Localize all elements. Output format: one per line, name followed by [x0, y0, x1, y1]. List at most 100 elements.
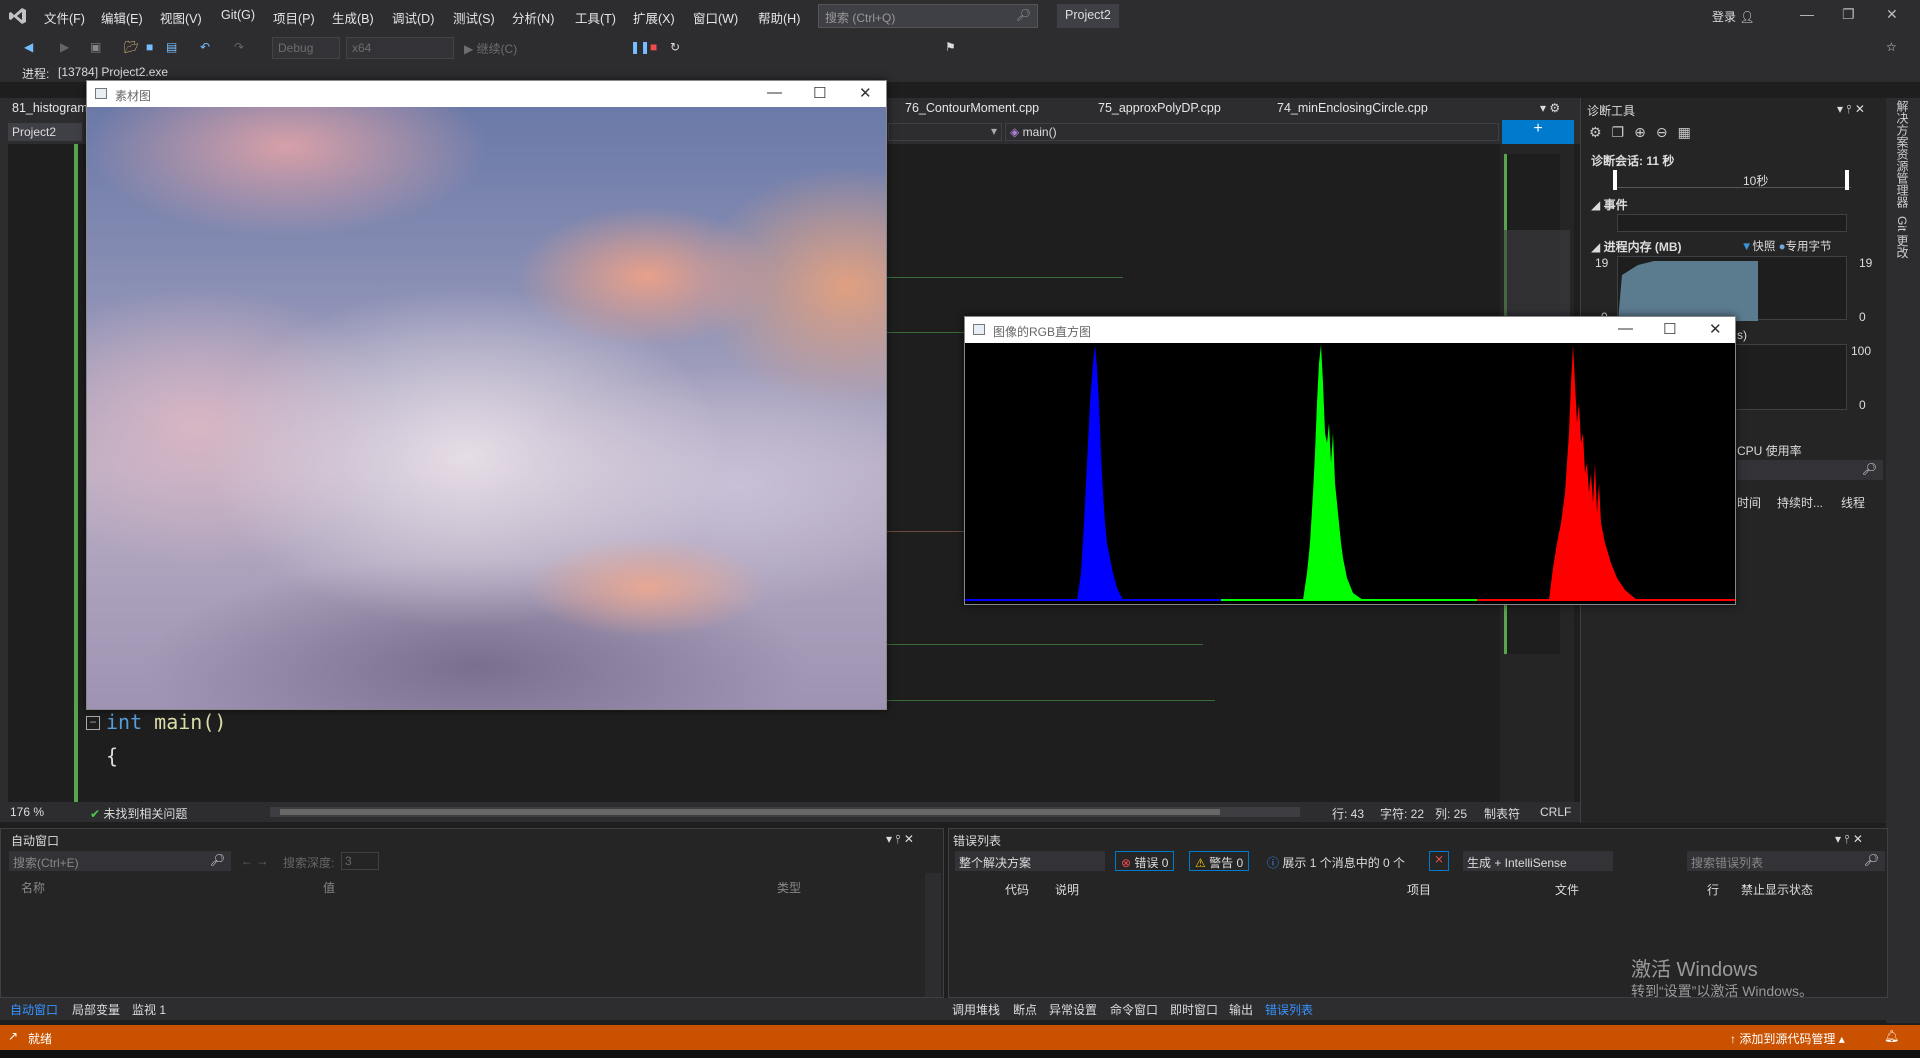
tab-histogram[interactable]: 81_histogram — [12, 101, 88, 115]
tab-approx-poly[interactable]: 75_approxPolyDP.cpp — [1098, 101, 1221, 115]
maximize-icon[interactable]: ☐ — [813, 84, 826, 102]
platform-select[interactable]: x64 — [346, 37, 454, 59]
back-icon[interactable]: ◀ — [24, 40, 40, 56]
scope-select[interactable]: 整个解决方案 — [955, 851, 1105, 871]
error-search[interactable]: 搜索错误列表 🔎︎ — [1687, 851, 1885, 871]
col-suppression[interactable]: 禁止显示状态 — [1741, 881, 1813, 898]
bookmark-icon[interactable]: ⚑ — [945, 40, 961, 56]
cpu-search[interactable]: 🔎︎ — [1737, 460, 1883, 480]
tab-contour-moment[interactable]: 76_ContourMoment.cpp — [905, 101, 1039, 115]
minimize-icon[interactable]: — — [1800, 6, 1814, 22]
feedback-icon[interactable]: ☆ — [1886, 40, 1902, 56]
window-titlebar[interactable]: 素材图 — ☐ ✕ — [87, 81, 886, 107]
config-select[interactable]: Debug — [272, 37, 340, 59]
col-thread[interactable]: 线程 — [1841, 494, 1865, 511]
redo-icon[interactable]: ↷ — [234, 40, 250, 56]
tab-output[interactable]: 输出 — [1229, 1001, 1253, 1018]
errors-filter[interactable]: ⊗ 错误 0 — [1115, 851, 1175, 871]
menu-test[interactable]: 测试(S) — [453, 8, 495, 27]
messages-filter[interactable]: ⓘ 展示 1 个消息中的 0 个 — [1267, 854, 1405, 871]
col-time[interactable]: 时间 — [1737, 494, 1761, 511]
zoom-level[interactable]: 176 % — [10, 805, 44, 819]
col-description[interactable]: 说明 — [1055, 881, 1079, 898]
close-icon[interactable]: ✕ — [1886, 6, 1898, 23]
search-box[interactable]: 搜索 (Ctrl+Q) 🔎︎ — [818, 4, 1038, 28]
add-source-control[interactable]: ↑ 添加到源代码管理 ▴ — [1730, 1030, 1845, 1047]
window-titlebar[interactable]: 图像的RGB直方图 — ☐ ✕ — [965, 317, 1735, 343]
stop-icon[interactable]: ■ — [650, 40, 666, 56]
restart-icon[interactable]: ↻ — [670, 40, 686, 56]
build-source-select[interactable]: 生成 + IntelliSense — [1463, 851, 1613, 871]
new-project-icon[interactable]: ▣ — [90, 40, 106, 56]
save-icon[interactable]: ■ — [146, 40, 162, 56]
notifications-icon[interactable]: 🔔︎ — [1884, 1029, 1899, 1043]
tab-overflow-icon[interactable]: ▾ ⚙ — [1540, 101, 1560, 115]
histogram-window[interactable]: 图像的RGB直方图 — ☐ ✕ — [964, 316, 1736, 605]
indent-mode[interactable]: 制表符 — [1484, 805, 1520, 822]
menu-build[interactable]: 生成(B) — [332, 8, 374, 27]
col-project[interactable]: 项目 — [1407, 881, 1431, 898]
col-line[interactable]: 行 — [1707, 881, 1719, 898]
tab-call-stack[interactable]: 调用堆栈 — [952, 1001, 1000, 1018]
events-section[interactable]: ◢ 事件 — [1591, 196, 1628, 213]
menu-view[interactable]: 视图(V) — [160, 8, 202, 27]
open-folder-icon[interactable]: 📂︎ — [124, 40, 140, 56]
depth-select[interactable]: 3 — [341, 852, 379, 870]
issues-status[interactable]: ✔ 未找到相关问题 — [90, 805, 187, 822]
scroll-thumb[interactable] — [280, 809, 1220, 815]
line-ending[interactable]: CRLF — [1540, 805, 1571, 819]
member-scope-dropdown[interactable]: ◈ main() — [1005, 123, 1499, 141]
pause-icon[interactable]: ❚❚ — [630, 40, 650, 56]
menu-window[interactable]: 窗口(W) — [693, 8, 738, 27]
warnings-filter[interactable]: ⚠ 警告 0 — [1189, 851, 1250, 871]
restore-icon[interactable]: ❐ — [1842, 6, 1855, 23]
close-icon[interactable]: ✕ — [859, 84, 872, 102]
menu-project[interactable]: 项目(P) — [273, 8, 315, 27]
process-select[interactable]: [13784] Project2.exe — [58, 65, 168, 79]
menu-tools[interactable]: 工具(T) — [575, 8, 616, 27]
tab-immediate[interactable]: 即时窗口 — [1170, 1001, 1218, 1018]
tab-autos[interactable]: 自动窗口 — [10, 1001, 58, 1018]
continue-button[interactable]: ▶ 继续(C) — [464, 40, 517, 57]
diag-toolbar[interactable]: ⚙❐⊕⊖▦ — [1589, 124, 1701, 141]
timeline-start-handle[interactable] — [1613, 170, 1617, 190]
col-duration[interactable]: 持续时... — [1777, 494, 1823, 511]
col-file[interactable]: 文件 — [1555, 881, 1579, 898]
tab-error-list[interactable]: 错误列表 — [1265, 1001, 1313, 1018]
close-icon[interactable]: ✕ — [1709, 320, 1722, 338]
menu-help[interactable]: 帮助(H) — [758, 8, 800, 27]
login-button[interactable]: 登录 👤︎ — [1712, 8, 1755, 25]
maximize-icon[interactable]: ☐ — [1663, 320, 1676, 338]
autos-search[interactable]: 搜索(Ctrl+E) 🔎︎ — [9, 851, 231, 871]
vertical-scrollbar[interactable] — [925, 873, 941, 997]
source-image-window[interactable]: 素材图 — ☐ ✕ — [86, 80, 887, 710]
split-icon[interactable]: + — [1502, 120, 1574, 144]
col-code[interactable]: 代码 — [1005, 881, 1029, 898]
timeline-ruler[interactable]: 10秒 — [1613, 170, 1851, 190]
tab-min-enclosing-circle[interactable]: 74_minEnclosingCircle.cpp — [1277, 101, 1428, 115]
forward-icon[interactable]: ▶ — [60, 40, 76, 56]
cpu-usage-tab[interactable]: CPU 使用率 — [1737, 442, 1802, 459]
col-type[interactable]: 类型 — [777, 879, 801, 896]
collapse-toggle-icon[interactable]: − — [86, 716, 100, 730]
tab-breakpoints[interactable]: 断点 — [1013, 1001, 1037, 1018]
minimap-viewport[interactable] — [1504, 230, 1570, 330]
git-changes-tab[interactable]: Git 更改 — [1894, 216, 1911, 259]
save-all-icon[interactable]: ▤ — [166, 40, 182, 56]
col-value[interactable]: 值 — [323, 879, 335, 896]
tab-exception-settings[interactable]: 异常设置 — [1049, 1001, 1097, 1018]
tab-locals[interactable]: 局部变量 — [72, 1001, 120, 1018]
menu-file[interactable]: 文件(F) — [44, 8, 85, 27]
project-scope[interactable]: Project2 — [8, 123, 82, 141]
minimize-icon[interactable]: — — [767, 84, 782, 101]
panel-controls-icon[interactable]: ▾ ⫯ ✕ — [886, 832, 914, 847]
undo-icon[interactable]: ↶ — [200, 40, 216, 56]
menu-git[interactable]: Git(G) — [221, 8, 255, 22]
menu-debug[interactable]: 调试(D) — [392, 8, 434, 27]
menu-analyze[interactable]: 分析(N) — [512, 8, 554, 27]
tab-watch[interactable]: 监视 1 — [132, 1001, 166, 1018]
type-scope-dropdown[interactable]: ▾ — [888, 123, 1002, 141]
panel-controls-icon[interactable]: ▾ ⫯ ✕ — [1835, 832, 1863, 847]
filter-icon[interactable]: ⨯ — [1429, 851, 1449, 871]
memory-section[interactable]: ◢ 进程内存 (MB) — [1591, 238, 1682, 255]
